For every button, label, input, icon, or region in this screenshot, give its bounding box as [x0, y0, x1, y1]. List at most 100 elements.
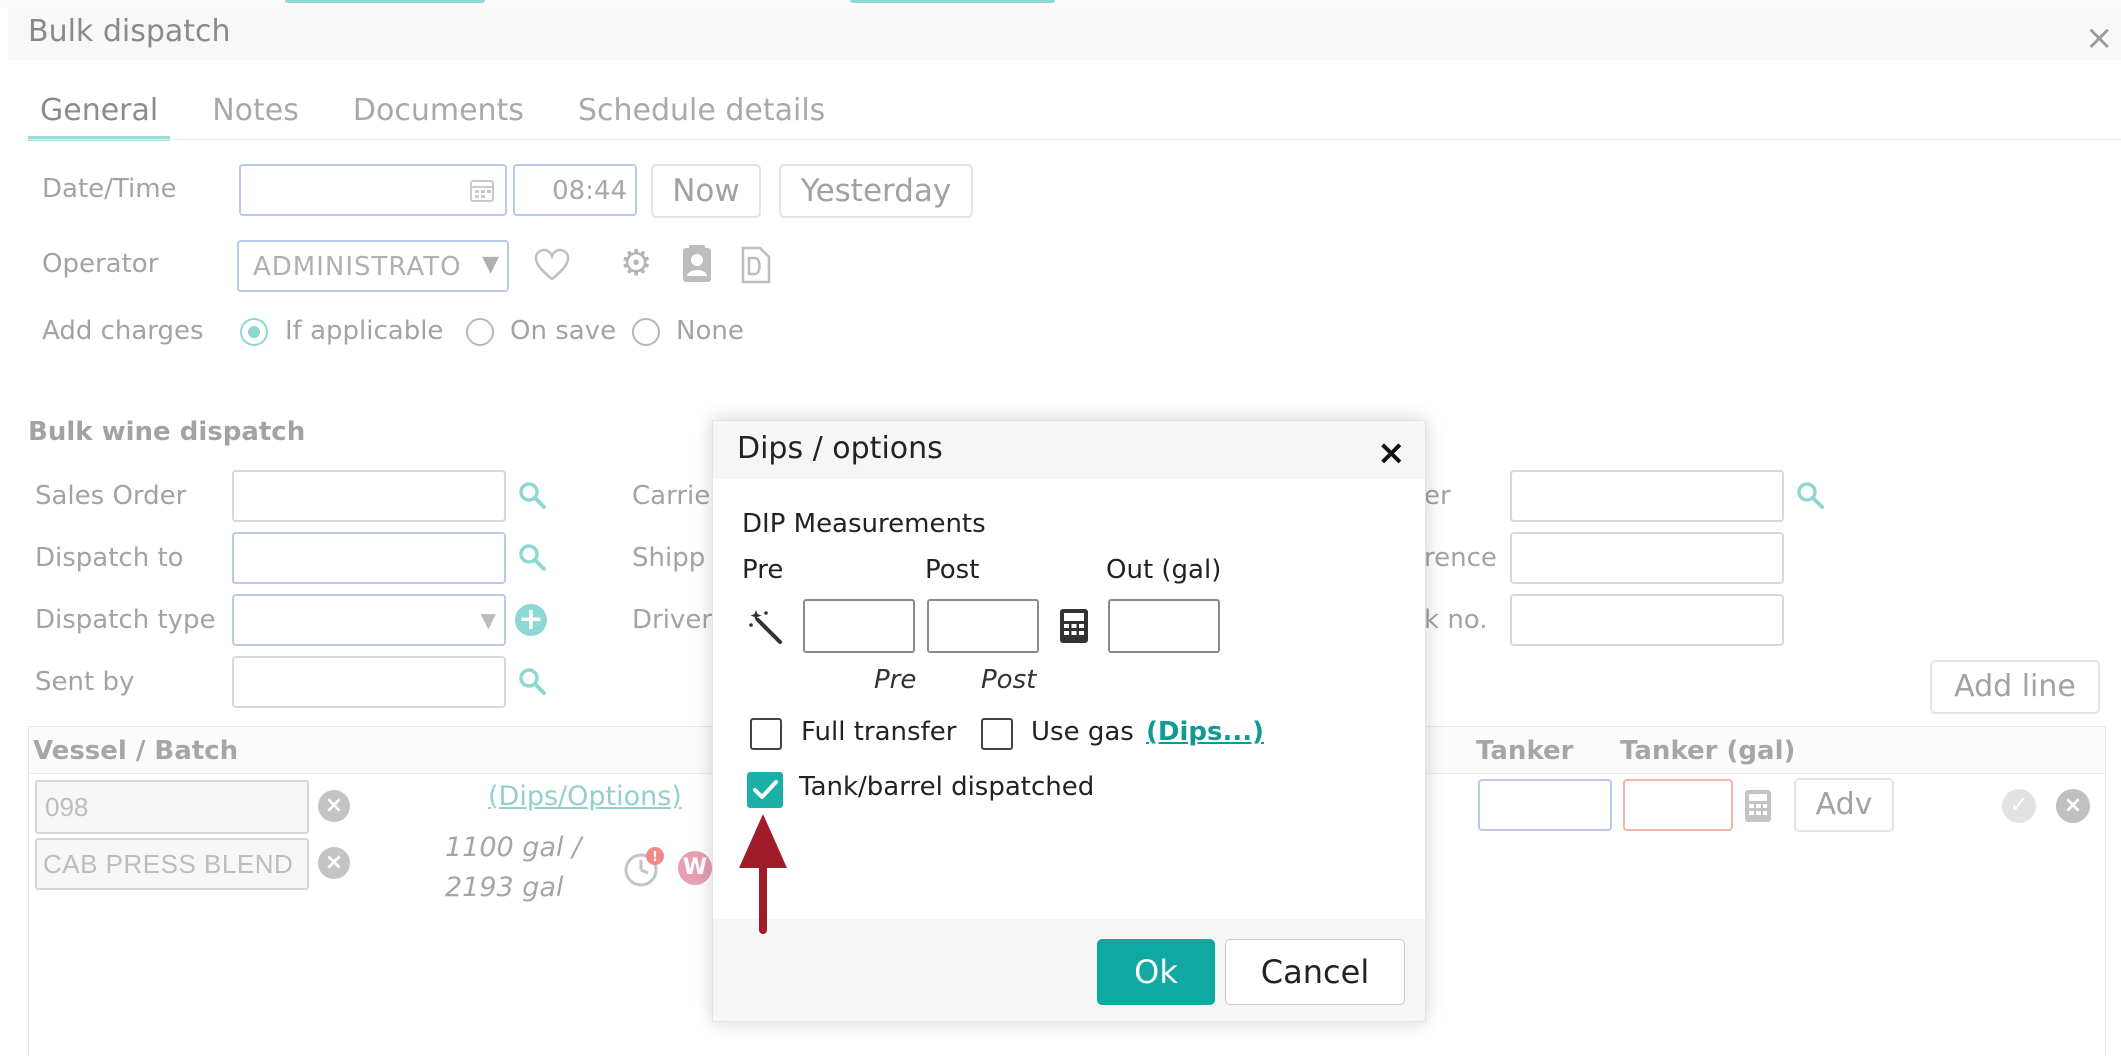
svg-text:!: ! [652, 850, 658, 865]
background-bar [850, 0, 1055, 3]
contact-card-icon[interactable] [680, 244, 714, 284]
cancel-button[interactable]: Cancel [1225, 939, 1405, 1005]
dialog-close-icon[interactable]: × [2085, 18, 2114, 58]
shipper-label: Shipp [632, 543, 706, 573]
datetime-label: Date/Time [42, 174, 177, 204]
post-caption: Post [981, 665, 1037, 695]
background-bar [285, 0, 485, 3]
tank-no-label: k no. [1424, 605, 1488, 635]
use-gas-checkbox[interactable] [981, 718, 1013, 750]
tank-no-input[interactable] [1510, 594, 1784, 646]
dips-options-dialog: Dips / options × DIP Measurements Pre Po… [712, 420, 1426, 1022]
dip-measurements-heading: DIP Measurements [742, 509, 986, 539]
full-transfer-checkbox[interactable] [750, 718, 782, 750]
driver-label: Driver [632, 605, 713, 635]
adv-button[interactable]: Adv [1794, 778, 1894, 832]
tab-documents[interactable]: Documents [341, 93, 536, 141]
clear-icon[interactable]: × [318, 790, 350, 822]
document-icon[interactable] [740, 246, 772, 284]
charges-option-label: None [676, 316, 744, 346]
calculator-icon[interactable] [1743, 788, 1773, 824]
tab-bar: General Notes Documents Schedule details [28, 93, 867, 141]
clock-alert-icon[interactable]: ! [623, 846, 665, 888]
tanker-input[interactable] [1478, 779, 1612, 831]
clear-icon[interactable]: × [318, 847, 350, 879]
dialog-title: Bulk dispatch [28, 14, 231, 49]
sales-order-label: Sales Order [35, 481, 187, 511]
time-input[interactable]: 08:44 [513, 164, 637, 216]
vessel-input[interactable]: 098 [35, 780, 309, 834]
charges-option-label: On save [510, 316, 617, 346]
column-header-tanker-gal: Tanker (gal) [1620, 736, 1796, 766]
operator-select[interactable]: ADMINISTRATO ▼ [237, 240, 509, 292]
gear-icon[interactable]: ⚙ [620, 243, 652, 284]
charges-option-label: If applicable [285, 316, 444, 346]
search-icon[interactable] [517, 542, 547, 572]
tank-dispatched-checkbox[interactable] [747, 772, 783, 808]
dips-options-link[interactable]: (Dips/Options) [488, 781, 682, 812]
carrier-label: Carrie [632, 481, 711, 511]
dialog-title-bar [8, 8, 2121, 60]
search-icon[interactable] [517, 666, 547, 696]
charges-radio-none[interactable] [632, 318, 660, 346]
close-icon[interactable]: × [1377, 433, 1406, 473]
dispatch-to-label: Dispatch to [35, 543, 184, 573]
sent-by-label: Sent by [35, 667, 135, 697]
out-gal-label: Out (gal) [1106, 555, 1222, 585]
pre-caption: Pre [874, 665, 917, 695]
pre-dip-input[interactable] [803, 599, 915, 653]
plus-circle-icon[interactable]: + [515, 604, 547, 636]
status-badge-icon: W [678, 851, 712, 885]
reference-label: rence [1424, 543, 1497, 573]
use-gas-label: Use gas [1031, 717, 1134, 747]
yesterday-button[interactable]: Yesterday [779, 164, 973, 218]
tanker-gal-input[interactable] [1623, 779, 1733, 831]
volume-text: 1100 gal / [445, 832, 582, 863]
search-icon[interactable] [517, 480, 547, 510]
tab-general[interactable]: General [28, 93, 171, 141]
full-transfer-label: Full transfer [801, 717, 957, 747]
volume-text: 2193 gal [445, 872, 564, 903]
section-title: Bulk wine dispatch [28, 417, 306, 447]
search-icon[interactable] [1795, 480, 1825, 510]
chevron-down-icon: ▼ [482, 252, 499, 277]
sent-by-input[interactable] [232, 656, 506, 708]
date-input[interactable] [239, 164, 507, 216]
magic-wand-icon[interactable] [748, 608, 784, 644]
right-field-label: er [1424, 481, 1451, 511]
dispatch-to-input[interactable] [232, 532, 506, 584]
right-field-input-1[interactable] [1510, 470, 1784, 522]
column-header-vessel: Vessel / Batch [33, 736, 239, 766]
remove-line-icon[interactable]: × [2056, 789, 2090, 823]
charges-radio-if-applicable[interactable] [240, 318, 268, 346]
dispatch-type-select[interactable]: ▼ [232, 594, 506, 646]
annotation-arrow-icon [739, 814, 787, 934]
checkmark-icon [753, 780, 778, 799]
tab-schedule-details[interactable]: Schedule details [566, 93, 837, 141]
confirm-icon[interactable]: ✓ [2002, 789, 2036, 823]
dips-link[interactable]: (Dips...) [1146, 717, 1264, 747]
pre-label: Pre [742, 555, 784, 585]
reference-input[interactable] [1510, 532, 1784, 584]
now-button[interactable]: Now [651, 164, 761, 218]
post-label: Post [925, 555, 980, 585]
operator-value: ADMINISTRATO [253, 252, 462, 282]
background-top-strip [0, 0, 2121, 8]
add-line-button[interactable]: Add line [1930, 660, 2100, 714]
tank-dispatched-label: Tank/barrel dispatched [799, 772, 1095, 802]
batch-input[interactable]: CAB PRESS BLEND [35, 838, 309, 890]
out-gal-input[interactable] [1108, 599, 1220, 653]
calendar-icon[interactable] [469, 177, 495, 203]
sales-order-input[interactable] [232, 470, 506, 522]
heart-icon[interactable] [534, 248, 570, 282]
charges-radio-on-save[interactable] [466, 318, 494, 346]
column-header-tanker: Tanker [1476, 736, 1574, 766]
post-dip-input[interactable] [927, 599, 1039, 653]
ok-button[interactable]: Ok [1097, 939, 1215, 1005]
calculator-icon[interactable] [1058, 607, 1090, 645]
add-charges-label: Add charges [42, 316, 204, 346]
chevron-down-icon: ▼ [480, 608, 496, 632]
tab-notes[interactable]: Notes [200, 93, 311, 141]
tab-divider [28, 139, 2121, 140]
operator-label: Operator [42, 249, 159, 279]
